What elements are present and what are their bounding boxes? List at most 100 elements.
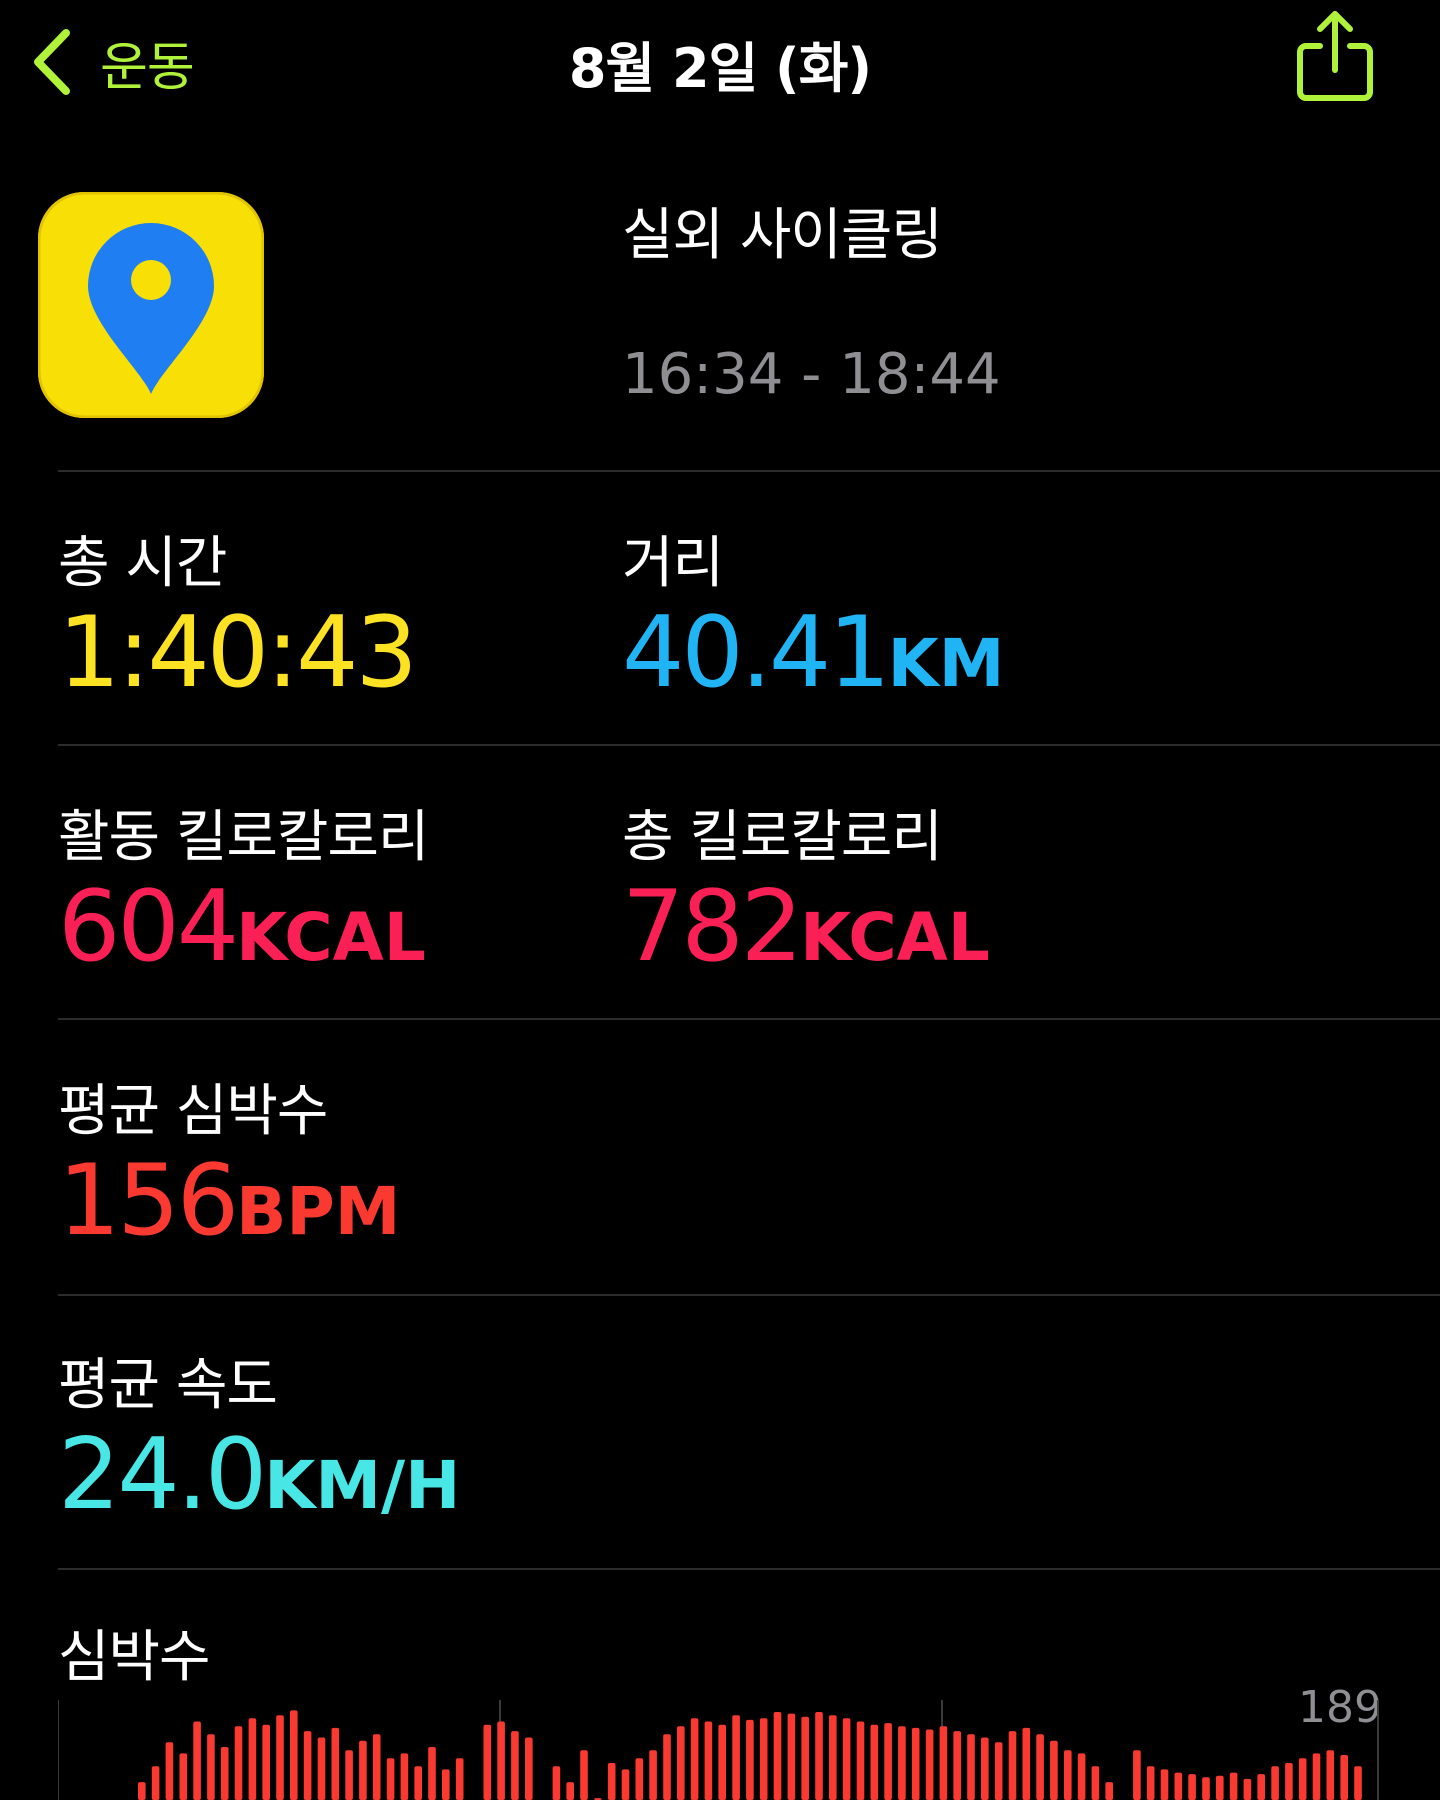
heart-rate-bar [663,1734,671,1800]
heart-rate-bar [1298,1758,1307,1800]
share-icon [1297,11,1373,101]
heart-rate-bar [207,1734,215,1800]
distance-unit: KM [887,625,1005,702]
heart-rate-bar [138,1782,146,1800]
heart-rate-bar [331,1727,340,1800]
heart-rate-bar [1050,1740,1058,1800]
avg-speed-unit: KM/H [264,1447,461,1524]
heart-rate-bar [1285,1763,1293,1800]
heart-rate-bar [276,1715,284,1800]
heart-rate-bar [414,1766,422,1800]
heart-rate-bar [718,1724,726,1800]
heart-rate-bar [1022,1727,1031,1800]
share-button[interactable] [1294,8,1376,104]
heart-rate-bar [262,1724,270,1800]
heart-rate-bar [1340,1755,1348,1800]
heart-rate-bar [939,1726,948,1800]
heart-rate-bar [773,1712,782,1800]
divider [58,744,1440,746]
heart-rate-bar [1146,1766,1155,1800]
heart-rate-bar [580,1750,588,1800]
navigation-bar: 운동 8월 2일 (화) [0,0,1440,120]
heart-rate-bar [428,1747,436,1800]
heart-rate-bar [953,1731,961,1800]
heart-rate-bar [483,1724,492,1800]
total-kcal-value: 782KCAL [622,870,990,984]
heart-rate-bar [732,1715,740,1800]
heart-rate-bar [746,1719,754,1800]
heart-rate-bar [870,1724,879,1800]
heart-rate-bar [1216,1775,1224,1800]
heart-rate-bar [400,1753,409,1800]
distance-number: 40.41 [622,596,891,710]
heart-rate-bar [815,1712,823,1800]
heart-rate-bar [911,1727,920,1800]
heart-rate-bar [967,1734,975,1800]
heart-rate-bar [649,1750,657,1800]
heart-rate-bar [345,1750,353,1800]
heart-rate-bar [179,1753,188,1800]
heart-rate-bar [1243,1778,1252,1800]
heart-rate-bar [359,1740,367,1800]
heart-rate-bar [442,1769,450,1800]
heart-rate-bar [1257,1774,1265,1800]
heart-rate-bar [220,1747,229,1800]
distance-label: 거리 [622,531,724,596]
divider [58,1018,1440,1020]
heart-rate-chart[interactable] [58,1700,1380,1800]
avg-speed-value: 24.0KM/H [58,1418,460,1532]
heart-rate-bar [1077,1753,1086,1800]
heart-rate-bar [1160,1769,1169,1800]
heart-rate-bar [635,1758,644,1800]
heart-rate-bar [759,1718,768,1800]
heart-rate-bar [856,1721,865,1800]
total-time-label: 총 시간 [58,531,227,596]
heart-rate-bar [1064,1750,1072,1800]
heart-rate-bar [566,1782,574,1800]
heart-rate-bar [1326,1750,1335,1800]
divider [58,470,1440,472]
heart-rate-bar [386,1758,395,1800]
active-kcal-number: 604 [58,870,239,984]
heart-rate-bar [511,1731,519,1800]
heart-rate-bar [317,1737,326,1800]
heart-rate-bar [677,1726,685,1800]
heart-rate-bar [303,1731,312,1800]
total-kcal-number: 782 [622,870,803,984]
map-pin-icon [38,192,264,418]
avg-heart-rate-number: 156 [58,1144,239,1258]
heart-rate-bar [884,1723,892,1800]
heart-rate-bar [1354,1766,1362,1800]
avg-heart-rate-unit: BPM [236,1173,401,1250]
heart-rate-chart-title: 심박수 [58,1625,211,1690]
heart-rate-bar [1008,1731,1017,1800]
heart-rate-bar [1091,1766,1100,1800]
heart-rate-bar [607,1763,616,1800]
total-kcal-label: 총 킬로칼로리 [622,805,943,870]
divider [58,1294,1440,1296]
heart-rate-bar [290,1710,298,1800]
heart-rate-bar [801,1716,809,1800]
avg-heart-rate-label: 평균 심박수 [58,1079,328,1144]
heart-rate-bar [372,1734,381,1800]
heart-rate-bar [151,1766,160,1800]
heart-rate-bar [1229,1772,1238,1800]
map-pin-app-icon[interactable] [38,192,264,418]
heart-rate-bar [621,1769,630,1800]
heart-rate-bar [525,1737,533,1800]
active-kcal-label: 활동 킬로칼로리 [58,805,429,870]
heart-rate-bar [165,1742,174,1800]
heart-rate-bar [1036,1734,1044,1800]
heart-rate-bar [981,1737,989,1800]
heart-rate-bar [898,1726,906,1800]
total-time-value: 1:40:43 [58,596,418,710]
workout-title: 실외 사이클링 [622,203,943,268]
heart-rate-bar [704,1721,713,1800]
heart-rate-bar [1105,1782,1113,1800]
active-kcal-value: 604KCAL [58,870,426,984]
workout-time-range: 16:34 - 18:44 [622,342,1001,407]
heart-rate-bar [193,1721,201,1800]
heart-rate-bar [497,1721,505,1800]
total-kcal-unit: KCAL [800,899,990,976]
avg-speed-label: 평균 속도 [58,1353,278,1418]
